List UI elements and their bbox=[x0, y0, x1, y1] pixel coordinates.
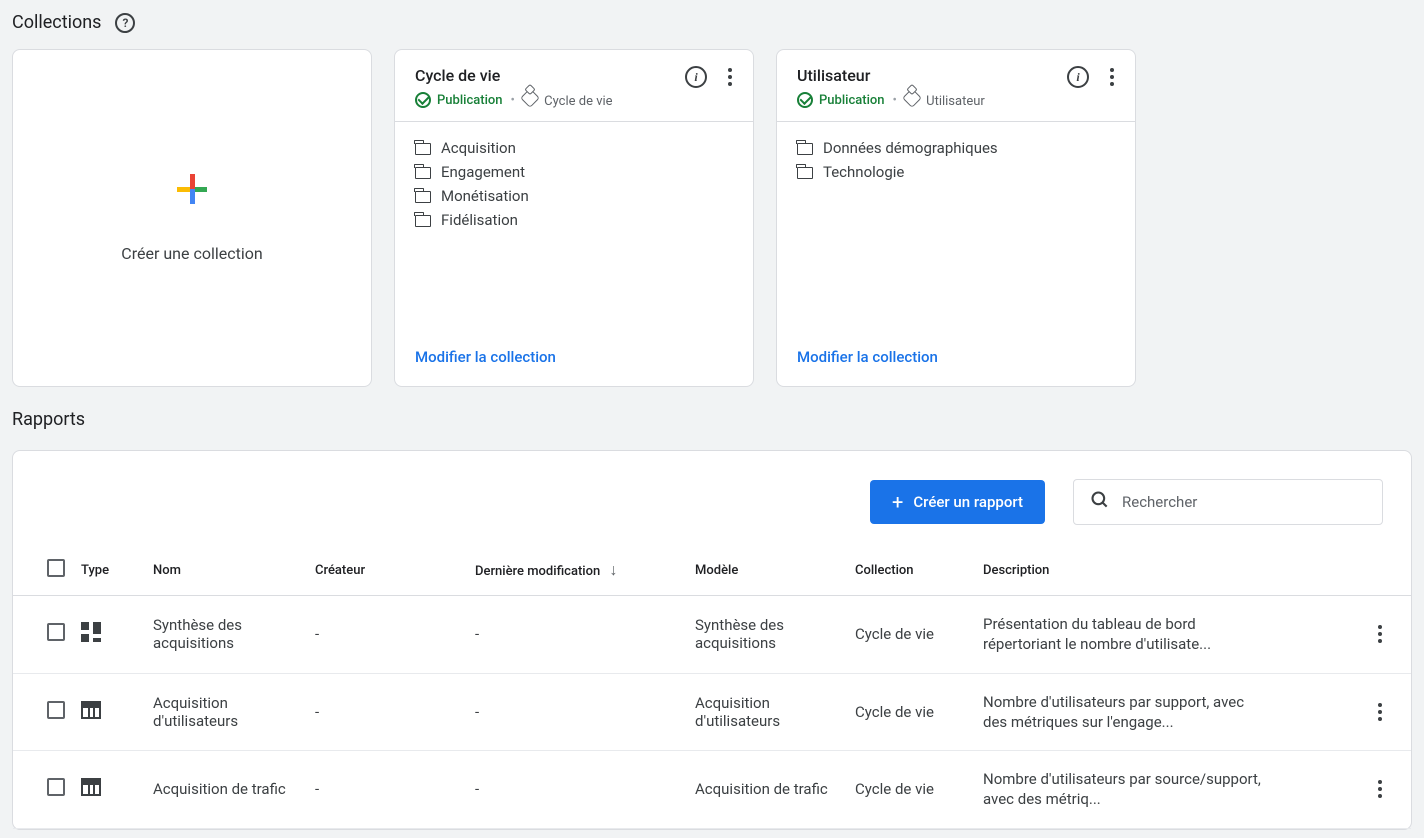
cell-modif: - bbox=[467, 596, 687, 674]
dashboard-icon bbox=[81, 622, 101, 642]
separator: • bbox=[511, 93, 515, 108]
table-row: Synthèse des acquisitions--Synthèse des … bbox=[13, 596, 1411, 674]
publication-badge: Publication bbox=[415, 92, 503, 108]
folder-icon bbox=[415, 215, 431, 227]
publication-label: Publication bbox=[819, 93, 885, 108]
row-more-icon[interactable] bbox=[1371, 621, 1389, 647]
detail-report-icon bbox=[81, 701, 101, 719]
info-icon[interactable] bbox=[685, 66, 707, 88]
folder-item[interactable]: Acquisition bbox=[415, 136, 733, 160]
col-type[interactable]: Type bbox=[73, 545, 145, 596]
search-box[interactable] bbox=[1073, 479, 1383, 525]
col-label: Dernière modification bbox=[475, 564, 600, 579]
folder-icon bbox=[797, 143, 813, 155]
folder-label: Monétisation bbox=[441, 187, 529, 205]
detail-report-icon bbox=[81, 778, 101, 796]
table-row: Acquisition d'utilisateurs--Acquisition … bbox=[13, 673, 1411, 751]
info-icon[interactable] bbox=[1067, 66, 1089, 88]
create-report-button[interactable]: + Créer un rapport bbox=[870, 480, 1045, 524]
template-meta: Cycle de vie bbox=[523, 91, 613, 109]
check-icon bbox=[797, 92, 813, 108]
row-more-icon[interactable] bbox=[1371, 776, 1389, 802]
template-label: Cycle de vie bbox=[544, 94, 612, 109]
cell-collection: Cycle de vie bbox=[847, 596, 975, 674]
folder-item[interactable]: Données démographiques bbox=[797, 136, 1115, 160]
separator: • bbox=[893, 93, 897, 108]
row-checkbox[interactable] bbox=[47, 623, 65, 641]
publication-badge: Publication bbox=[797, 92, 885, 108]
row-checkbox[interactable] bbox=[47, 778, 65, 796]
cell-createur: - bbox=[307, 751, 467, 829]
reports-table: Type Nom Créateur Dernière modification … bbox=[13, 545, 1411, 829]
cell-modele: Synthèse des acquisitions bbox=[687, 596, 847, 674]
folder-icon bbox=[415, 167, 431, 179]
template-icon bbox=[902, 88, 922, 108]
folder-item[interactable]: Engagement bbox=[415, 160, 733, 184]
row-more-icon[interactable] bbox=[1371, 699, 1389, 725]
cell-description: Nombre d'utilisateurs par source/support… bbox=[975, 751, 1363, 829]
publication-label: Publication bbox=[437, 93, 503, 108]
more-icon[interactable] bbox=[1103, 64, 1121, 90]
col-collection[interactable]: Collection bbox=[847, 545, 975, 596]
template-meta: Utilisateur bbox=[905, 91, 985, 109]
search-input[interactable] bbox=[1122, 493, 1366, 511]
template-label: Utilisateur bbox=[926, 94, 985, 109]
cell-modif: - bbox=[467, 673, 687, 751]
folder-label: Technologie bbox=[823, 163, 904, 181]
sort-desc-icon: ↓ bbox=[609, 560, 617, 579]
folder-icon bbox=[415, 143, 431, 155]
cell-createur: - bbox=[307, 596, 467, 674]
collection-card-cycle-de-vie: Cycle de vie Publication • Cycle de vie … bbox=[394, 49, 754, 387]
folder-icon bbox=[415, 191, 431, 203]
collection-card-utilisateur: Utilisateur Publication • Utilisateur Do… bbox=[776, 49, 1136, 387]
more-icon[interactable] bbox=[721, 64, 739, 90]
table-row: Acquisition de trafic--Acquisition de tr… bbox=[13, 751, 1411, 829]
edit-collection-link[interactable]: Modifier la collection bbox=[797, 348, 938, 366]
cell-createur: - bbox=[307, 673, 467, 751]
row-checkbox[interactable] bbox=[47, 701, 65, 719]
folder-item[interactable]: Fidélisation bbox=[415, 208, 733, 232]
folder-label: Engagement bbox=[441, 163, 525, 181]
check-icon bbox=[415, 92, 431, 108]
col-description[interactable]: Description bbox=[975, 545, 1363, 596]
create-collection-label: Créer une collection bbox=[121, 244, 262, 263]
folder-icon bbox=[797, 167, 813, 179]
cell-collection: Cycle de vie bbox=[847, 751, 975, 829]
create-collection-card[interactable]: Créer une collection bbox=[12, 49, 372, 387]
edit-collection-link[interactable]: Modifier la collection bbox=[415, 348, 556, 366]
cell-nom: Synthèse des acquisitions bbox=[145, 596, 307, 674]
search-icon bbox=[1090, 490, 1110, 514]
plus-icon bbox=[177, 174, 207, 204]
help-icon[interactable]: ? bbox=[115, 13, 135, 33]
folder-item[interactable]: Technologie bbox=[797, 160, 1115, 184]
cell-nom: Acquisition d'utilisateurs bbox=[145, 673, 307, 751]
col-modele[interactable]: Modèle bbox=[687, 545, 847, 596]
cell-description: Présentation du tableau de bord répertor… bbox=[975, 596, 1363, 674]
folder-label: Fidélisation bbox=[441, 211, 518, 229]
folder-label: Données démographiques bbox=[823, 139, 998, 157]
folder-label: Acquisition bbox=[441, 139, 516, 157]
col-nom[interactable]: Nom bbox=[145, 545, 307, 596]
create-report-label: Créer un rapport bbox=[913, 493, 1023, 511]
template-icon bbox=[520, 88, 540, 108]
cell-modele: Acquisition d'utilisateurs bbox=[687, 673, 847, 751]
col-last-modified[interactable]: Dernière modification ↓ bbox=[467, 545, 687, 596]
collections-heading: Collections bbox=[12, 12, 101, 33]
col-createur[interactable]: Créateur bbox=[307, 545, 467, 596]
cell-modele: Acquisition de trafic bbox=[687, 751, 847, 829]
reports-panel: + Créer un rapport Type Nom Créateur Der… bbox=[12, 450, 1412, 830]
cell-collection: Cycle de vie bbox=[847, 673, 975, 751]
select-all-checkbox[interactable] bbox=[47, 559, 65, 577]
cell-description: Nombre d'utilisateurs par support, avec … bbox=[975, 673, 1363, 751]
plus-icon: + bbox=[892, 492, 903, 512]
cell-nom: Acquisition de trafic bbox=[145, 751, 307, 829]
cell-modif: - bbox=[467, 751, 687, 829]
reports-heading: Rapports bbox=[12, 409, 1412, 430]
folder-item[interactable]: Monétisation bbox=[415, 184, 733, 208]
